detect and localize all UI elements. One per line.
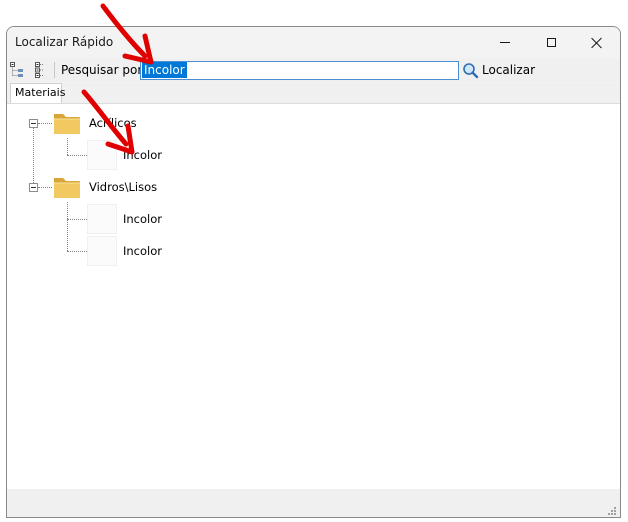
- search-input[interactable]: [140, 61, 459, 80]
- tree-connector: [38, 187, 52, 188]
- magnifier-icon: [463, 62, 479, 78]
- window-title: Localizar Rápido: [15, 35, 114, 49]
- tree-node-incolor[interactable]: Incolor: [123, 148, 162, 162]
- tree-view[interactable]: Acrílicos Incolor Vidros\Lisos Incolor I…: [7, 103, 620, 491]
- tree-connector: [38, 123, 52, 124]
- status-bar: [7, 489, 620, 517]
- tree-node-incolor[interactable]: Incolor: [123, 244, 162, 258]
- tree-node-incolor[interactable]: Incolor: [123, 212, 162, 226]
- material-thumbnail: [87, 140, 117, 170]
- collapse-toggle-vidros-lisos[interactable]: [29, 183, 38, 192]
- toolbar-separator: [54, 62, 55, 78]
- tree-node-acrilicos[interactable]: Acrílicos: [89, 116, 137, 130]
- folder-icon: [54, 178, 80, 198]
- tree-connector: [67, 219, 87, 220]
- material-thumbnail: [87, 236, 117, 266]
- tree-connector: [67, 155, 87, 156]
- find-button[interactable]: Localizar: [462, 60, 535, 80]
- quick-find-window: Localizar Rápido Pesquisar por: Incolor …: [6, 26, 621, 518]
- tree-connector: [67, 202, 68, 251]
- title-bar[interactable]: Localizar Rápido: [7, 27, 620, 58]
- minimize-button[interactable]: [482, 27, 528, 58]
- tree-connector: [33, 126, 34, 187]
- tree-expand-icon[interactable]: [10, 62, 24, 81]
- find-button-label: Localizar: [482, 63, 536, 77]
- close-icon: [591, 37, 603, 49]
- resize-grip-icon[interactable]: [607, 506, 617, 516]
- maximize-button[interactable]: [528, 27, 574, 58]
- tab-materiais[interactable]: Materiais: [10, 83, 65, 103]
- tree-connector: [67, 138, 68, 155]
- search-label: Pesquisar por:: [61, 63, 147, 77]
- collapse-toggle-acrilicos[interactable]: [29, 119, 38, 128]
- minimize-icon: [500, 42, 510, 43]
- toolbar: Pesquisar por: Incolor Localizar: [7, 58, 620, 82]
- material-thumbnail: [87, 204, 117, 234]
- search-input-value[interactable]: Incolor: [142, 62, 187, 78]
- tab-strip: Materiais: [7, 83, 620, 103]
- tree-collapse-icon[interactable]: [35, 62, 45, 81]
- close-button[interactable]: [574, 27, 620, 58]
- folder-icon: [54, 114, 80, 134]
- tree-connector: [67, 251, 87, 252]
- maximize-icon: [546, 38, 556, 47]
- tree-node-vidros-lisos[interactable]: Vidros\Lisos: [89, 180, 157, 194]
